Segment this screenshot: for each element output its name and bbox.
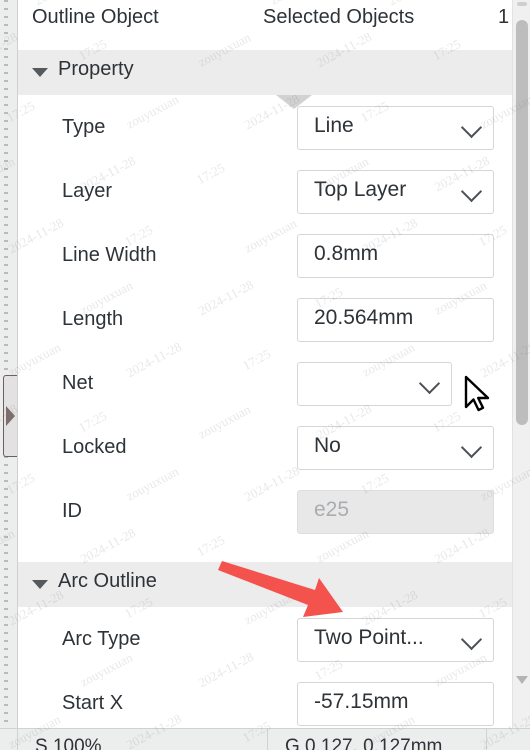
scrollbar-track-cap bbox=[517, 2, 527, 6]
length-input[interactable]: 20.564mm bbox=[297, 298, 494, 342]
chevron-down-icon bbox=[460, 116, 483, 139]
property-row-layer: Layer Top Layer bbox=[18, 170, 530, 234]
line-width-input[interactable]: 0.8mm bbox=[297, 234, 494, 278]
chevron-down-icon bbox=[460, 436, 483, 459]
start-x-value: -57.15mm bbox=[314, 690, 409, 713]
property-row-net: Net bbox=[18, 362, 530, 426]
status-scale: S 100% bbox=[35, 736, 102, 750]
status-divider bbox=[267, 729, 268, 750]
section-label-property: Property bbox=[58, 58, 134, 80]
property-row-length: Length 20.564mm bbox=[18, 298, 530, 362]
length-value: 20.564mm bbox=[314, 306, 414, 329]
caret-down-icon bbox=[32, 580, 48, 589]
locked-dropdown[interactable]: No bbox=[297, 426, 494, 470]
status-divider bbox=[17, 729, 18, 750]
page-title: Outline Object bbox=[32, 6, 159, 28]
property-row-id: ID e25 bbox=[18, 490, 530, 554]
red-arrow-icon bbox=[218, 561, 343, 617]
status-bar: S 100% G 0.127, 0.127mm bbox=[0, 728, 530, 750]
net-dropdown[interactable] bbox=[297, 362, 452, 406]
layer-value: Top Layer bbox=[314, 178, 407, 201]
properties-panel: Outline Object Selected Objects 1 Proper… bbox=[18, 0, 530, 750]
type-value: Line bbox=[314, 114, 354, 137]
status-grid: G 0.127, 0.127mm bbox=[285, 736, 443, 750]
line-width-value: 0.8mm bbox=[314, 242, 379, 265]
label-locked: Locked bbox=[62, 436, 127, 458]
section-label-arc-outline: Arc Outline bbox=[58, 570, 157, 592]
property-row-locked: Locked No bbox=[18, 426, 530, 490]
label-layer: Layer bbox=[62, 180, 113, 202]
type-dropdown[interactable]: Line bbox=[297, 106, 494, 150]
caret-down-icon bbox=[32, 68, 48, 77]
panel-scrollbar[interactable] bbox=[512, 0, 530, 750]
label-net: Net bbox=[62, 372, 94, 394]
chevron-down-icon bbox=[460, 628, 483, 651]
label-length: Length bbox=[62, 308, 124, 330]
label-arc-type: Arc Type bbox=[62, 628, 141, 650]
status-divider bbox=[486, 729, 487, 750]
locked-value: No bbox=[314, 434, 341, 457]
panel-collapse-icon bbox=[6, 406, 15, 426]
panel-collapse-handle[interactable] bbox=[3, 375, 17, 457]
start-x-input[interactable]: -57.15mm bbox=[297, 682, 494, 726]
scrollbar-thumb[interactable] bbox=[516, 20, 528, 425]
chevron-down-icon bbox=[460, 180, 483, 203]
label-line-width: Line Width bbox=[62, 244, 157, 266]
label-type: Type bbox=[62, 116, 106, 138]
chevron-down-icon bbox=[418, 372, 441, 395]
property-row-type: Type Line bbox=[18, 106, 530, 170]
id-value: e25 bbox=[314, 498, 350, 521]
label-id: ID bbox=[62, 500, 82, 522]
panel-header: Outline Object Selected Objects 1 bbox=[18, 0, 530, 50]
chevron-down-icon[interactable] bbox=[516, 676, 528, 684]
mouse-pointer-icon bbox=[464, 375, 490, 412]
selected-objects-label: Selected Objects bbox=[263, 6, 415, 28]
selected-objects-count: 1 bbox=[498, 6, 510, 28]
property-row-line-width: Line Width 0.8mm bbox=[18, 234, 530, 298]
id-input: e25 bbox=[297, 490, 494, 534]
label-start-x: Start X bbox=[62, 692, 124, 714]
section-header-property[interactable]: Property bbox=[18, 50, 530, 95]
layer-dropdown[interactable]: Top Layer bbox=[297, 170, 494, 214]
